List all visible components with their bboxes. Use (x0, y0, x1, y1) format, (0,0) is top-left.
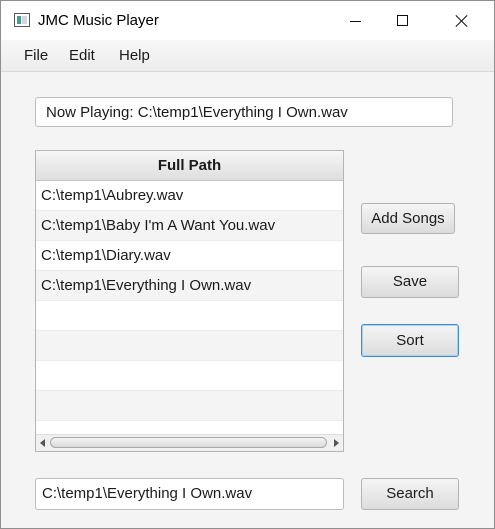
songs-table[interactable]: Full Path C:\temp1\Aubrey.wav C:\temp1\B… (35, 150, 344, 452)
column-header-full-path[interactable]: Full Path (36, 151, 343, 181)
now-playing-field[interactable]: Now Playing: C:\temp1\Everything I Own.w… (35, 97, 453, 127)
table-row[interactable]: C:\temp1\Diary.wav (36, 241, 343, 271)
close-button[interactable] (439, 1, 485, 40)
sort-button[interactable]: Sort (361, 324, 459, 357)
table-row-empty[interactable] (36, 331, 343, 361)
add-songs-button[interactable]: Add Songs (361, 203, 455, 234)
table-row-empty[interactable] (36, 301, 343, 331)
scroll-right-icon[interactable] (334, 439, 339, 447)
menu-edit[interactable]: Edit (69, 47, 95, 64)
maximize-icon (396, 15, 408, 26)
menu-file[interactable]: File (24, 47, 48, 64)
table-row[interactable]: C:\temp1\Everything I Own.wav (36, 271, 343, 301)
search-input[interactable]: C:\temp1\Everything I Own.wav (35, 478, 344, 510)
app-icon (14, 13, 30, 27)
scroll-left-icon[interactable] (40, 439, 45, 447)
menu-bar: File Edit Help (1, 40, 494, 72)
minimize-icon (349, 20, 361, 22)
title-bar: JMC Music Player (1, 1, 494, 40)
close-icon (455, 14, 469, 28)
app-window: JMC Music Player File Edit Help Now Play… (0, 0, 495, 529)
table-row-empty[interactable] (36, 361, 343, 391)
table-rows: C:\temp1\Aubrey.wav C:\temp1\Baby I'm A … (36, 181, 343, 451)
minimize-button[interactable] (332, 1, 378, 40)
save-button[interactable]: Save (361, 266, 459, 298)
menu-help[interactable]: Help (119, 47, 150, 64)
scrollbar-thumb[interactable] (50, 437, 327, 448)
table-row-empty[interactable] (36, 391, 343, 421)
table-row[interactable]: C:\temp1\Aubrey.wav (36, 181, 343, 211)
horizontal-scrollbar[interactable] (36, 434, 343, 451)
window-title: JMC Music Player (38, 12, 159, 29)
search-button[interactable]: Search (361, 478, 459, 510)
table-row[interactable]: C:\temp1\Baby I'm A Want You.wav (36, 211, 343, 241)
maximize-button[interactable] (379, 1, 425, 40)
